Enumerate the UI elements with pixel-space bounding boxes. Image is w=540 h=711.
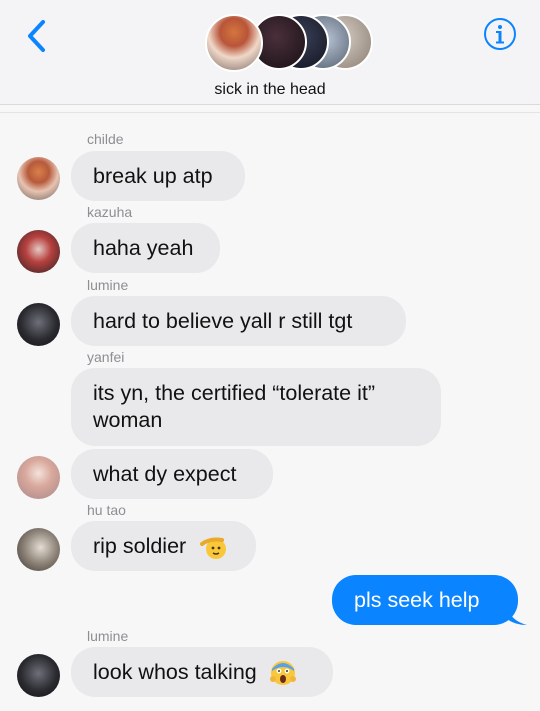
- outgoing-message-bubble[interactable]: pls seek help: [332, 575, 527, 625]
- message-text: break up atp: [93, 164, 213, 188]
- conversation-header: sick in the head: [0, 0, 540, 105]
- message-bubble[interactable]: break up atp: [71, 151, 245, 201]
- group-avatar-1: [205, 14, 263, 72]
- bubble-tail: [507, 607, 527, 625]
- info-circle-icon: [484, 18, 516, 50]
- saluting-face-emoji: [200, 537, 227, 560]
- message-bubble[interactable]: hard to believe yall r still tgt: [71, 296, 406, 346]
- avatar[interactable]: [17, 303, 60, 346]
- message-text: look whos talking: [93, 660, 257, 684]
- message-bubble[interactable]: haha yeah: [71, 223, 220, 273]
- sender-label: lumine: [87, 628, 129, 644]
- message-text: rip soldier: [93, 534, 187, 558]
- avatar[interactable]: [17, 528, 60, 571]
- message-bubble[interactable]: rip soldier: [71, 521, 256, 571]
- sender-label: yanfei: [87, 349, 125, 365]
- message-bubble[interactable]: what dy expect: [71, 449, 273, 499]
- avatar[interactable]: [17, 230, 60, 273]
- message-text: what dy expect: [93, 462, 237, 486]
- avatar[interactable]: [17, 654, 60, 697]
- message-bubble[interactable]: its yn, the certified “tolerate it” woma…: [71, 368, 441, 446]
- screaming-face-emoji: [269, 661, 296, 686]
- message-text: its yn, the certified “tolerate it” woma…: [93, 381, 375, 432]
- sender-label: hu tao: [87, 502, 126, 518]
- group-name[interactable]: sick in the head: [0, 81, 540, 99]
- chevron-left-icon: [28, 20, 45, 52]
- sender-label: kazuha: [87, 204, 133, 220]
- message-text: haha yeah: [93, 236, 194, 260]
- back-button[interactable]: [22, 16, 54, 56]
- message-text: pls seek help: [354, 588, 480, 612]
- avatar[interactable]: [17, 157, 60, 200]
- info-button[interactable]: [483, 17, 517, 51]
- sender-label: lumine: [87, 277, 129, 293]
- avatar[interactable]: [17, 456, 60, 499]
- sender-label: childe: [87, 131, 124, 147]
- message-text: hard to believe yall r still tgt: [93, 309, 353, 333]
- message-bubble[interactable]: look whos talking: [71, 647, 333, 697]
- group-avatar-stack[interactable]: [205, 14, 375, 74]
- header-divider: [0, 112, 540, 113]
